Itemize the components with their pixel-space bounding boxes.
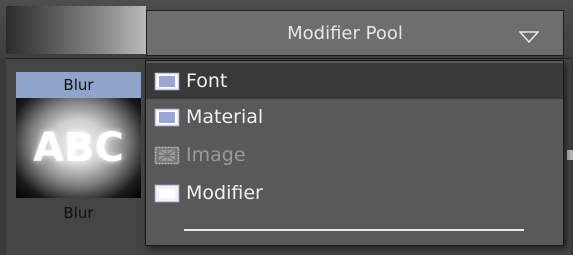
menu-item-label: Image xyxy=(186,144,246,166)
menu-item-label: Material xyxy=(186,106,264,128)
modifier-pool-menu: Font Material Image Modifier xyxy=(145,60,564,246)
blur-thumbnail[interactable]: Blur ABC Blur xyxy=(16,72,141,234)
modifier-icon xyxy=(154,182,180,204)
font-modifier-icon xyxy=(154,70,180,92)
top-toolbar: Modifier Pool xyxy=(0,0,573,58)
menu-item-modifier[interactable]: Modifier xyxy=(146,175,563,211)
menu-item-label: Modifier xyxy=(186,182,263,204)
menu-item-font[interactable]: Font xyxy=(146,63,563,99)
panel-edge-handle[interactable] xyxy=(567,150,573,160)
image-modifier-icon xyxy=(154,144,180,166)
modifier-pool-title: Modifier Pool xyxy=(287,22,403,44)
toolbar-gradient-panel xyxy=(6,6,146,54)
modifier-pool-dropdown-button[interactable]: Modifier Pool xyxy=(146,10,564,56)
material-modifier-icon xyxy=(154,106,180,128)
thumbnail-image: ABC xyxy=(16,98,141,198)
menu-item-material[interactable]: Material xyxy=(146,99,563,135)
chevron-down-icon xyxy=(518,27,540,44)
thumbnail-label: Blur xyxy=(63,204,94,222)
menu-item-label: Font xyxy=(186,70,228,92)
menu-separator xyxy=(184,229,524,231)
menu-item-image[interactable]: Image xyxy=(146,137,563,173)
thumbnail-title: Blur xyxy=(16,72,141,98)
